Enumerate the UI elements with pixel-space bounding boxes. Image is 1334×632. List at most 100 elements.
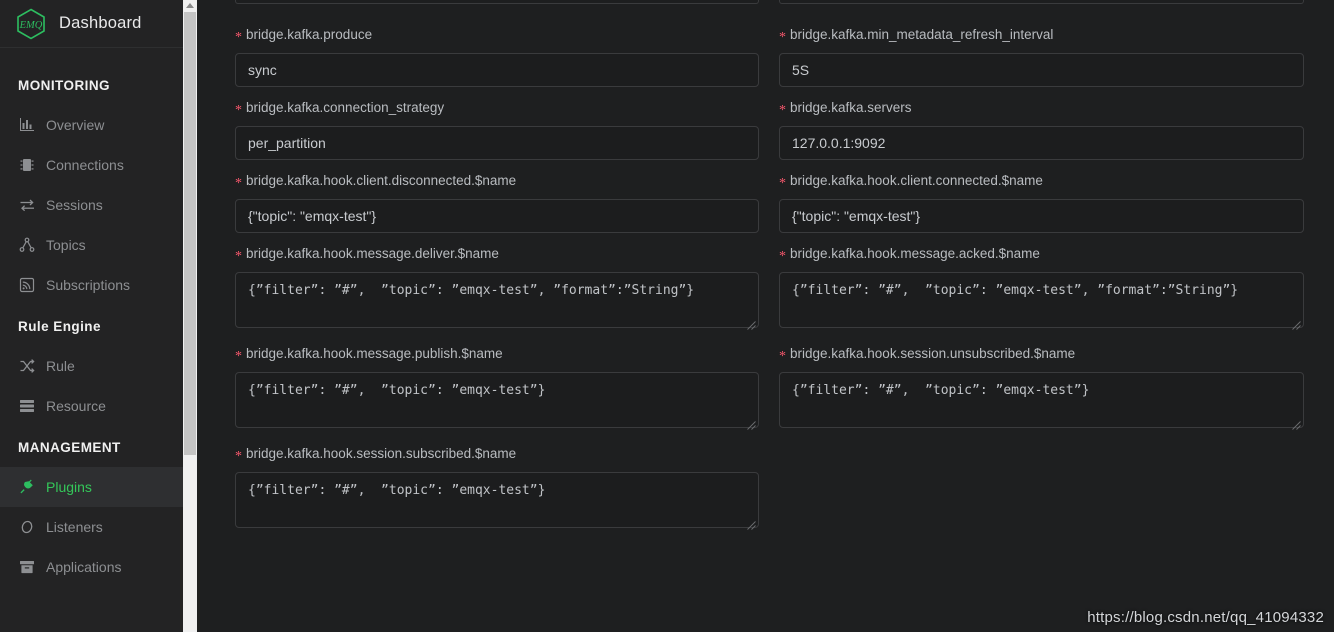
sidebar-item-label: Plugins: [46, 479, 92, 495]
required-marker: *: [235, 349, 242, 364]
page-scrollbar[interactable]: [183, 0, 197, 632]
sidebar-item-label: Sessions: [46, 197, 103, 213]
sidebar-item-sessions[interactable]: Sessions: [0, 185, 183, 225]
field-bridge-kafka-hook-client-connected: * bridge.kafka.hook.client.connected.$nam…: [779, 172, 1304, 233]
required-marker: *: [779, 249, 786, 264]
nav-group-monitoring-title: MONITORING: [18, 78, 110, 93]
sidebar-item-connections[interactable]: Connections: [0, 145, 183, 185]
nav-group-rule-engine-title: Rule Engine: [18, 319, 101, 334]
nav-group-management-title: MANAGEMENT: [18, 440, 121, 455]
shuffle-icon: [18, 357, 36, 375]
sidebar-item-label: Topics: [46, 237, 86, 253]
triangle-up-icon: [186, 3, 194, 8]
archive-icon: [18, 558, 36, 576]
grid-spacer: [779, 445, 1304, 545]
required-marker: *: [779, 176, 786, 191]
sidebar-item-subscriptions[interactable]: Subscriptions: [0, 265, 183, 305]
field-label: * bridge.kafka.hook.session.subscribed.$n…: [235, 445, 759, 464]
field-bridge-kafka-produce: * bridge.kafka.produce: [235, 26, 759, 87]
textarea-bridge-kafka-hook-session-subscribed[interactable]: [235, 472, 759, 528]
topics-icon: [18, 236, 36, 254]
field-label-text: bridge.kafka.min_metadata_refresh_interv…: [790, 27, 1054, 42]
clipped-input-left: [235, 0, 759, 4]
required-marker: *: [235, 249, 242, 264]
input-bridge-kafka-connection-strategy[interactable]: [235, 126, 759, 160]
sidebar-item-applications[interactable]: Applications: [0, 547, 183, 587]
server-icon: [18, 397, 36, 415]
textarea-wrapper: [235, 472, 759, 533]
field-bridge-kafka-hook-message-publish: * bridge.kafka.hook.message.publish.$name: [235, 345, 759, 433]
watermark: https://blog.csdn.net/qq_41094332: [1087, 609, 1324, 626]
input-bridge-kafka-hook-client-connected[interactable]: [779, 199, 1304, 233]
bar-chart-icon: [18, 116, 36, 134]
textarea-wrapper: [235, 372, 759, 433]
input-bridge-kafka-min-metadata-refresh-interval[interactable]: [779, 53, 1304, 87]
sidebar-item-label: Applications: [46, 559, 122, 575]
plugin-config-form: * bridge.kafka.produce * bridge.kafka.min_…: [197, 0, 1334, 632]
field-label: * bridge.kafka.min_metadata_refresh_inter…: [779, 26, 1304, 45]
field-bridge-kafka-hook-session-subscribed: * bridge.kafka.hook.session.subscribed.$n…: [235, 445, 759, 533]
sidebar-nav: MONITORING Overview Connections Sessions…: [0, 48, 183, 587]
exchange-icon: [18, 196, 36, 214]
field-label-text: bridge.kafka.hook.message.acked.$name: [790, 246, 1040, 261]
textarea-bridge-kafka-hook-message-publish[interactable]: [235, 372, 759, 428]
field-bridge-kafka-min-metadata-refresh-interval: * bridge.kafka.min_metadata_refresh_inter…: [779, 26, 1304, 87]
field-bridge-kafka-servers: * bridge.kafka.servers: [779, 99, 1304, 160]
field-bridge-kafka-hook-message-deliver: * bridge.kafka.hook.message.deliver.$name: [235, 245, 759, 333]
required-marker: *: [235, 103, 242, 118]
textarea-bridge-kafka-hook-session-unsubscribed[interactable]: [779, 372, 1304, 428]
input-bridge-kafka-produce[interactable]: [235, 53, 759, 87]
sidebar-item-overview[interactable]: Overview: [0, 105, 183, 145]
field-bridge-kafka-hook-session-unsubscribed: * bridge.kafka.hook.session.unsubscribed.…: [779, 345, 1304, 433]
scrollbar-thumb[interactable]: [184, 12, 196, 455]
field-label: * bridge.kafka.hook.message.deliver.$name: [235, 245, 759, 264]
textarea-wrapper: [779, 372, 1304, 433]
sidebar: EMQ Dashboard MONITORING Overview Connec…: [0, 0, 183, 632]
field-label-text: bridge.kafka.hook.message.publish.$name: [246, 346, 503, 361]
field-label: * bridge.kafka.servers: [779, 99, 1304, 118]
input-bridge-kafka-servers[interactable]: [779, 126, 1304, 160]
sidebar-item-topics[interactable]: Topics: [0, 225, 183, 265]
textarea-bridge-kafka-hook-message-deliver[interactable]: [235, 272, 759, 328]
sidebar-item-listeners[interactable]: Listeners: [0, 507, 183, 547]
field-label-text: bridge.kafka.hook.session.unsubscribed.$…: [790, 346, 1076, 361]
scrollbar-up-arrow[interactable]: [183, 0, 197, 11]
sidebar-item-resource[interactable]: Resource: [0, 386, 183, 426]
field-label-text: bridge.kafka.hook.message.deliver.$name: [246, 246, 499, 261]
required-marker: *: [779, 103, 786, 118]
emq-logo-text: EMQ: [19, 20, 43, 31]
textarea-wrapper: [235, 272, 759, 333]
listen-icon: [18, 518, 36, 536]
form-grid: * bridge.kafka.produce * bridge.kafka.min_…: [235, 4, 1310, 545]
field-label: * bridge.kafka.hook.client.connected.$nam…: [779, 172, 1304, 191]
field-label: * bridge.kafka.hook.client.disconnected.$…: [235, 172, 759, 191]
chip-icon: [18, 156, 36, 174]
plug-icon: [18, 478, 36, 496]
sidebar-item-rule[interactable]: Rule: [0, 346, 183, 386]
input-bridge-kafka-hook-client-disconnected[interactable]: [235, 199, 759, 233]
required-marker: *: [779, 30, 786, 45]
field-label: * bridge.kafka.produce: [235, 26, 759, 45]
field-label-text: bridge.kafka.hook.client.disconnected.$n…: [246, 173, 517, 188]
field-bridge-kafka-connection-strategy: * bridge.kafka.connection_strategy: [235, 99, 759, 160]
sidebar-item-label: Overview: [46, 117, 105, 133]
field-label: * bridge.kafka.hook.message.publish.$name: [235, 345, 759, 364]
brand-title: Dashboard: [59, 14, 142, 32]
field-label-text: bridge.kafka.hook.session.subscribed.$na…: [246, 446, 517, 461]
required-marker: *: [235, 176, 242, 191]
emq-logo-icon: EMQ: [14, 7, 48, 41]
sidebar-item-label: Resource: [46, 398, 106, 414]
sidebar-item-plugins[interactable]: Plugins: [0, 467, 183, 507]
sidebar-item-label: Connections: [46, 157, 124, 173]
textarea-bridge-kafka-hook-message-acked[interactable]: [779, 272, 1304, 328]
clipped-field-row: [235, 0, 1310, 4]
required-marker: *: [235, 449, 242, 464]
sidebar-item-label: Listeners: [46, 519, 103, 535]
field-label: * bridge.kafka.hook.session.unsubscribed.…: [779, 345, 1304, 364]
field-label: * bridge.kafka.connection_strategy: [235, 99, 759, 118]
field-label-text: bridge.kafka.servers: [790, 100, 912, 115]
clipped-input-right: [779, 0, 1304, 4]
required-marker: *: [235, 30, 242, 45]
field-label-text: bridge.kafka.connection_strategy: [246, 100, 445, 115]
brand-header[interactable]: EMQ Dashboard: [0, 0, 183, 48]
